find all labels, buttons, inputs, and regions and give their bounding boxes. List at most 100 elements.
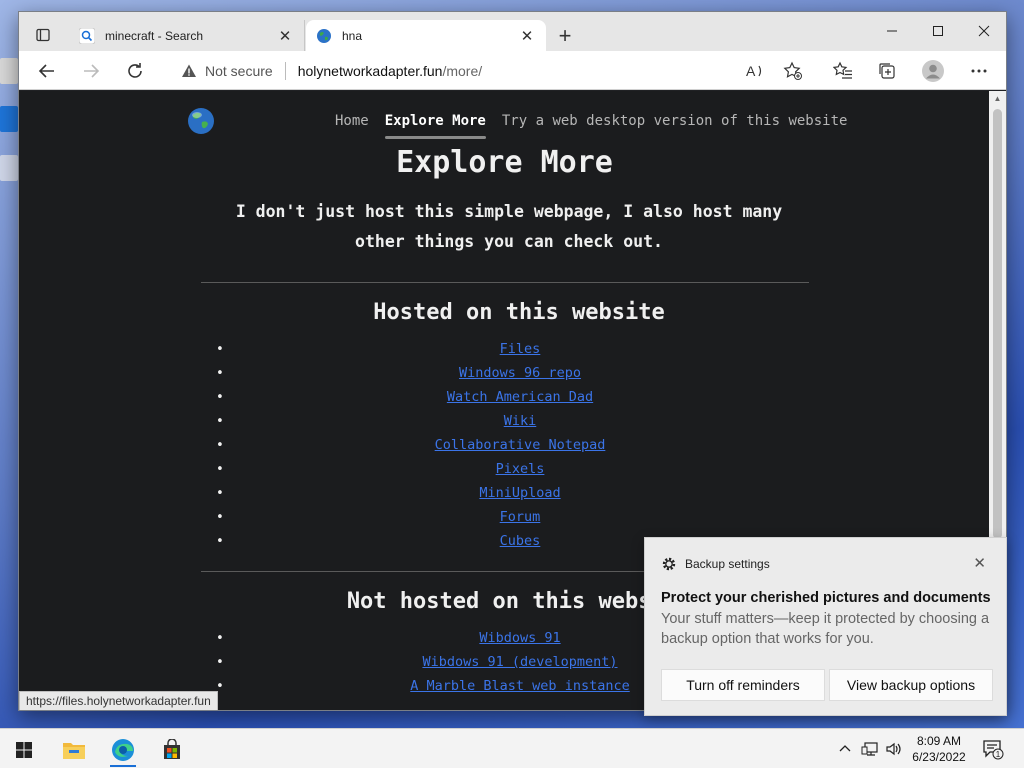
system-clock[interactable]: 8:09 AM 6/23/2022 [906, 733, 972, 765]
tab-close-icon[interactable]: ✕ [518, 27, 536, 45]
globe-icon [316, 28, 332, 44]
list-item: Windows 96 repo [216, 365, 807, 389]
notification-count: 1 [996, 750, 1001, 759]
notification-title: Protect your cherished pictures and docu… [661, 590, 991, 606]
link-wibdows-91[interactable]: Wibdows 91 [479, 630, 560, 646]
profile-button[interactable] [917, 55, 949, 87]
collections-button[interactable] [871, 55, 903, 87]
link-wibdows-91-dev[interactable]: Wibdows 91 (development) [422, 654, 617, 670]
link-pixels[interactable]: Pixels [496, 461, 545, 477]
taskbar: 8:09 AM 6/23/2022 1 [0, 728, 1024, 768]
add-favorite-button[interactable] [777, 55, 809, 87]
close-icon [978, 25, 990, 37]
list-item: Pixels [216, 461, 807, 485]
start-button[interactable] [5, 733, 43, 767]
refresh-icon [128, 63, 142, 78]
list-item: MiniUpload [216, 485, 807, 509]
favorites-icon [833, 61, 852, 79]
star-add-icon [783, 61, 802, 80]
notification-body: Your stuff matters—keep it protected by … [661, 611, 990, 647]
refresh-button[interactable] [119, 55, 151, 87]
forward-button[interactable] [75, 55, 107, 87]
new-tab-button[interactable]: + [551, 24, 579, 50]
security-label[interactable]: Not secure [205, 63, 273, 79]
warning-icon[interactable] [179, 61, 199, 81]
desktop-icon[interactable] [0, 155, 18, 181]
link-marble-blast[interactable]: A Marble Blast web instance [410, 678, 629, 694]
page-title: Explore More [396, 145, 613, 180]
desktop-icon[interactable] [0, 106, 18, 132]
volume-button[interactable] [885, 729, 903, 768]
forward-arrow-icon [84, 64, 100, 78]
back-button[interactable] [31, 55, 63, 87]
list-item: Files [216, 341, 807, 365]
clock-date: 6/23/2022 [912, 750, 966, 764]
notification-app-name: Backup settings [685, 557, 770, 571]
link-windows-96-repo[interactable]: Windows 96 repo [459, 365, 581, 381]
list-item: Watch American Dad [216, 389, 807, 413]
tab-bar: minecraft - Search ✕ hna ✕ + [19, 12, 1006, 51]
nav-explore-more[interactable]: Explore More [384, 113, 487, 139]
link-status-bar: https://files.holynetworkadapter.fun [19, 691, 218, 710]
list-item: Wiki [216, 413, 807, 437]
chevron-up-icon [839, 745, 851, 752]
browser-toolbar: Not secure holynetworkadapter.fun/more/ … [19, 51, 1006, 90]
tab-actions-button[interactable] [27, 21, 59, 49]
read-aloud-button[interactable]: A [739, 55, 771, 87]
favorites-button[interactable] [827, 55, 859, 87]
read-aloud-icon: A [746, 63, 762, 79]
store-bag-icon [164, 739, 180, 759]
nav-home[interactable]: Home [335, 113, 369, 129]
more-menu-button[interactable] [963, 55, 995, 87]
close-notification-icon[interactable]: ✕ [973, 554, 986, 572]
link-forum[interactable]: Forum [500, 509, 541, 525]
link-files[interactable]: Files [500, 341, 541, 357]
address-path: /more/ [442, 63, 483, 79]
backup-notification: Backup settings ✕ Protect your cherished… [644, 537, 1007, 716]
network-button[interactable] [861, 729, 879, 768]
avatar-icon [922, 60, 944, 82]
file-explorer-button[interactable] [55, 733, 93, 767]
intro-text: I don't just host this simple webpage, I… [235, 202, 783, 251]
link-collaborative-notepad[interactable]: Collaborative Notepad [435, 437, 606, 453]
site-logo-globe-icon[interactable] [187, 107, 215, 135]
turn-off-reminders-button[interactable]: Turn off reminders [661, 669, 825, 701]
minimize-button[interactable] [869, 12, 915, 50]
tab-search[interactable]: minecraft - Search ✕ [69, 20, 305, 51]
minimize-icon [887, 30, 897, 32]
network-icon [861, 742, 878, 756]
list-item: Forum [216, 509, 807, 533]
site-nav: Home Explore More Try a web desktop vers… [335, 113, 848, 139]
notification-center-icon: 1 [983, 740, 1004, 760]
ellipsis-icon [971, 69, 987, 73]
scroll-up-icon[interactable]: ▲ [989, 91, 1006, 107]
store-button[interactable] [153, 733, 191, 767]
address-bar[interactable]: Not secure holynetworkadapter.fun/more/ [169, 57, 705, 85]
back-arrow-icon [38, 64, 54, 78]
link-cubes[interactable]: Cubes [500, 533, 541, 549]
link-wiki[interactable]: Wiki [504, 413, 537, 429]
nav-web-desktop[interactable]: Try a web desktop version of this websit… [502, 113, 848, 129]
tab-hna[interactable]: hna ✕ [306, 20, 546, 51]
tab-actions-icon [36, 28, 50, 42]
tab-close-icon[interactable]: ✕ [276, 27, 294, 45]
link-miniupload[interactable]: MiniUpload [479, 485, 560, 501]
scrollbar-thumb[interactable] [993, 109, 1002, 539]
notification-center-button[interactable]: 1 [982, 729, 1004, 768]
close-window-button[interactable] [961, 12, 1006, 50]
divider [201, 282, 809, 283]
list-item: Collaborative Notepad [216, 437, 807, 461]
hosted-links-list: Files Windows 96 repo Watch American Dad… [216, 341, 807, 557]
windows-logo-icon [16, 742, 32, 758]
svg-text:A: A [746, 63, 756, 79]
desktop-icon[interactable] [0, 58, 18, 84]
maximize-button[interactable] [915, 12, 961, 50]
view-backup-options-button[interactable]: View backup options [829, 669, 993, 701]
hosted-heading: Hosted on this website [373, 300, 665, 325]
show-hidden-icons-button[interactable] [838, 729, 852, 768]
edge-icon [112, 739, 134, 761]
address-host: holynetworkadapter.fun [297, 63, 443, 79]
edge-taskbar-button[interactable] [104, 733, 142, 767]
folder-icon [63, 743, 85, 759]
link-watch-american-dad[interactable]: Watch American Dad [447, 389, 593, 405]
